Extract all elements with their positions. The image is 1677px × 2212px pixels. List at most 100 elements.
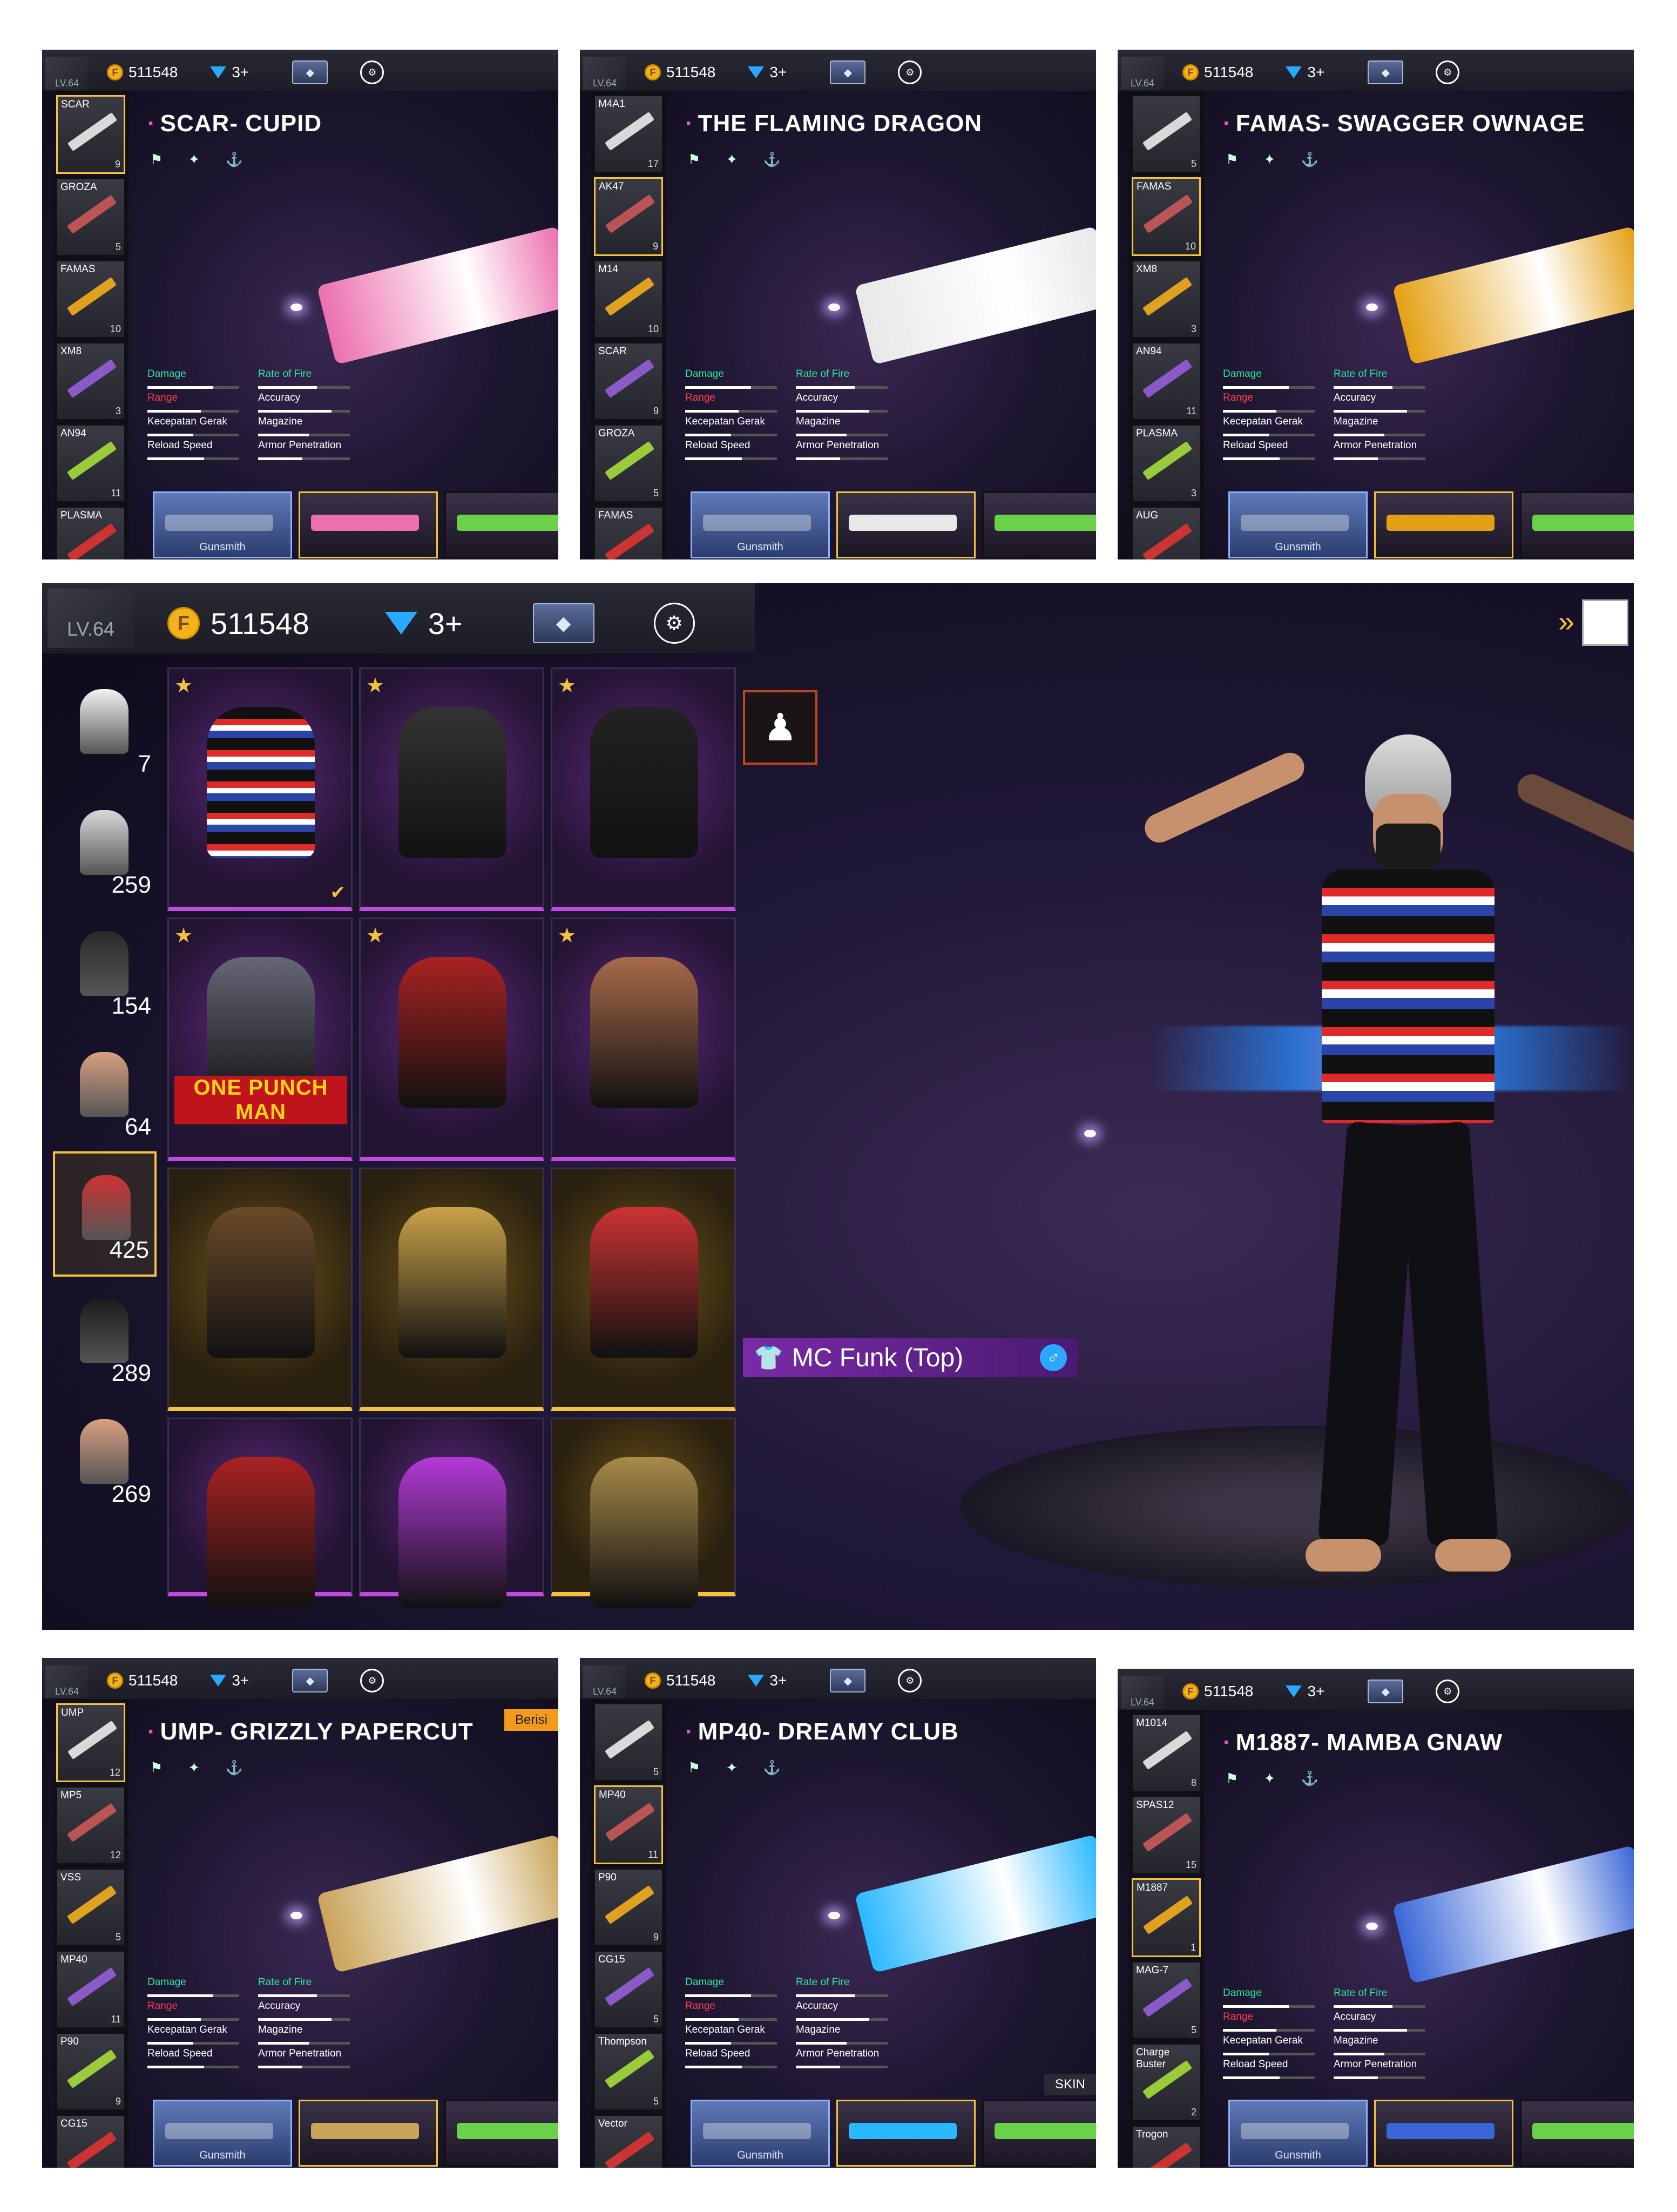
weapon-list-item[interactable]: PLASMA 3 [1132,424,1201,502]
skin-item[interactable] [982,2100,1096,2167]
gunsmith-button[interactable]: Gunsmith [1228,491,1368,558]
skin-item[interactable] [299,2100,438,2167]
settings-button[interactable]: ⚙ [898,60,922,84]
settings-button[interactable]: ⚙ [360,60,384,84]
weapon-list-item[interactable]: MAG-7 5 [1132,1961,1201,2039]
weapon-list-item[interactable]: AK47 9 [594,177,663,256]
skin-item[interactable] [444,2100,558,2167]
weapon-list-item[interactable]: P90 9 [56,2033,125,2110]
gunsmith-button[interactable]: Gunsmith [1228,2100,1368,2167]
settings-button[interactable]: ⚙ [1436,1680,1460,1703]
topup-button[interactable]: ◆ [830,1669,866,1692]
weapon-list-item[interactable]: Trogon [1132,2126,1201,2168]
shoes-category[interactable]: 269 [53,1398,157,1519]
outfit-item[interactable]: ★ [551,667,736,911]
outfit-item[interactable] [359,1168,544,1411]
gold-amount: 511548 [211,606,309,640]
topup-button[interactable]: ◆ [532,603,594,643]
settings-button[interactable]: ⚙ [1436,60,1460,84]
skin-item[interactable] [1374,2100,1513,2167]
settings-button[interactable]: ⚙ [360,1669,384,1692]
gunsmith-button[interactable]: Gunsmith [153,491,292,558]
weapon-list-item[interactable]: CG15 [56,2115,125,2168]
weapon-list-item[interactable]: M1887 1 [1132,1878,1201,1957]
settings-button[interactable]: ⚙ [653,603,695,644]
weapon-list-item[interactable]: SCAR 9 [56,95,125,174]
weapon-list-item[interactable]: P90 9 [594,1869,663,1946]
weapon-list-item[interactable]: XM8 3 [56,342,125,420]
skin-item[interactable] [444,491,558,558]
outfit-category[interactable]: 7 [53,667,157,788]
top-category[interactable]: 425 [53,1151,157,1277]
weapon-list-item[interactable]: FAMAS 10 [56,260,125,338]
mannequin-button[interactable]: ♟ [743,690,817,765]
gunsmith-button[interactable]: Gunsmith [691,491,830,558]
outfit-item[interactable]: ★ [359,918,544,1161]
weapon-list-item[interactable]: GROZA 5 [594,424,663,502]
outfit-item[interactable] [167,1418,353,1608]
skin-item[interactable] [982,491,1096,558]
topup-button[interactable]: ◆ [292,1669,328,1692]
topup-button[interactable]: ◆ [1368,60,1404,84]
weapon-list-item[interactable]: MP5 12 [56,1786,125,1864]
weapon-thumb-icon [66,359,117,399]
skin-item[interactable] [299,491,438,558]
hair-category[interactable]: 259 [53,788,157,909]
skin-item[interactable] [836,491,976,558]
topup-button[interactable]: ◆ [292,60,328,84]
skin-item[interactable] [836,2100,976,2167]
skin-item[interactable] [1520,491,1634,558]
outfit-item[interactable] [359,1418,544,1608]
weapon-list-item[interactable]: MP40 11 [594,1785,663,1864]
weapon-list-item[interactable]: Charge Buster 2 [1132,2044,1201,2121]
skin-item[interactable] [1520,2100,1634,2167]
gunsmith-button[interactable]: Gunsmith [153,2100,292,2167]
outfit-item[interactable]: ★ [359,667,544,911]
mask-category[interactable]: 154 [53,909,157,1030]
topup-button[interactable]: ◆ [830,60,866,84]
weapon-list-item[interactable]: PLASMA [56,507,125,559]
outfit-item[interactable]: ★ ONE PUNCH MAN [167,918,353,1161]
fast-forward-button[interactable]: » [1558,605,1574,638]
bottom-category[interactable]: 289 [53,1277,157,1398]
outfit-item[interactable] [167,1168,353,1411]
outfit-item[interactable] [551,1168,736,1411]
weapon-thumb-icon [604,359,655,399]
weapon-list-item[interactable]: GROZA 5 [56,178,125,256]
weapon-list-item[interactable]: Vector1 [594,2115,663,2168]
outfit-item[interactable]: ★ ✔ [167,667,353,911]
weapon-list-item[interactable]: UMP 12 [56,1703,125,1782]
avatar-button[interactable] [1582,599,1628,646]
weapon-list-item[interactable]: AUG4 [1132,507,1201,559]
weapon-list-item[interactable]: 5 [594,1703,663,1781]
weapon-list-item[interactable]: AN94 11 [1132,342,1201,420]
face-category[interactable]: 64 [53,1030,157,1151]
weapon-name: AN94 [60,428,86,439]
weapon-list-item[interactable]: AN94 11 [56,424,125,502]
weapon-list-item[interactable]: FAMAS [594,507,663,559]
settings-button[interactable]: ⚙ [898,1669,922,1692]
selected-item-bar[interactable]: 👕 MC Funk (Top) ♂ [743,1338,1078,1377]
weapon-list-item[interactable]: 5 [1132,95,1201,173]
weapon-count: 15 [1185,1859,1196,1870]
weapon-list-item[interactable]: M1014 8 [1132,1714,1201,1792]
weapon-list-item[interactable]: SPAS12 15 [1132,1796,1201,1874]
weapon-list-item[interactable]: CG15 5 [594,1951,663,2028]
weapon-count: 9 [653,406,659,416]
weapon-list-item[interactable]: M4A1 17 [594,95,663,173]
weapon-list-item[interactable]: MP40 11 [56,1951,125,2028]
gunsmith-button[interactable]: Gunsmith [691,2100,830,2167]
weapon-list-item[interactable]: SCAR 9 [594,342,663,420]
weapon-count: 12 [109,1767,120,1778]
stat-label: Reload Speed [147,440,213,451]
weapon-list-item[interactable]: FAMAS 10 [1132,177,1201,256]
weapon-list-item[interactable]: M14 10 [594,260,663,338]
weapon-list-item[interactable]: VSS 5 [56,1869,125,1946]
weapon-name: MP40 [60,1954,87,1965]
outfit-item[interactable]: ★ [551,918,736,1161]
topup-button[interactable]: ◆ [1368,1680,1404,1703]
skin-item[interactable] [1374,491,1513,558]
weapon-list-item[interactable]: XM8 3 [1132,260,1201,338]
outfit-item[interactable] [551,1418,736,1608]
weapon-list-item[interactable]: Thompson 5 [594,2033,663,2110]
